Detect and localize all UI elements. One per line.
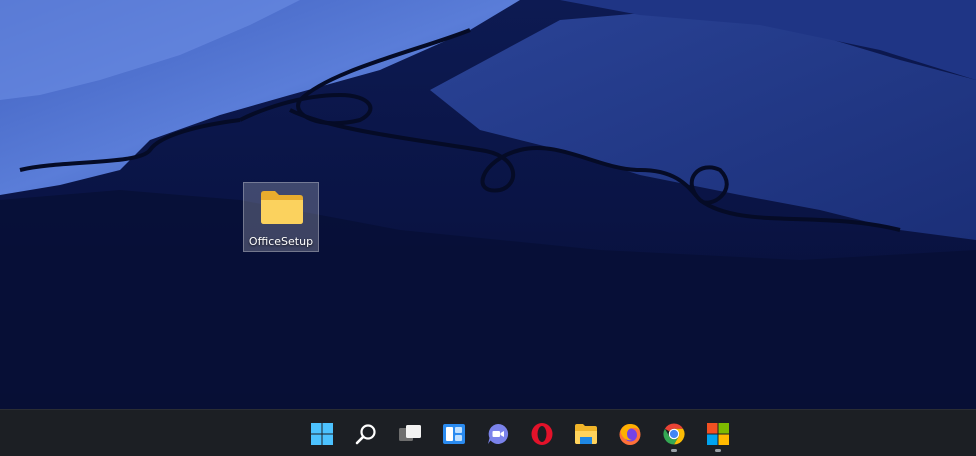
chrome-icon bbox=[663, 423, 685, 445]
microsoft-store-icon bbox=[707, 423, 729, 445]
folder-icon bbox=[261, 191, 303, 224]
opera-icon bbox=[531, 423, 553, 445]
desktop-icon-officesetup[interactable]: OfficeSetup bbox=[243, 182, 319, 252]
file-explorer-icon bbox=[575, 424, 597, 444]
windows-start-icon bbox=[311, 423, 333, 445]
task-view-button[interactable] bbox=[390, 416, 430, 452]
running-indicator bbox=[715, 449, 721, 452]
taskbar bbox=[0, 409, 976, 456]
firefox-button[interactable] bbox=[610, 416, 650, 452]
running-indicator bbox=[671, 449, 677, 452]
widgets-button[interactable] bbox=[434, 416, 474, 452]
opera-button[interactable] bbox=[522, 416, 562, 452]
desktop-screen: OfficeSetup bbox=[0, 0, 976, 456]
search-icon bbox=[355, 424, 376, 445]
file-explorer-button[interactable] bbox=[566, 416, 606, 452]
widgets-icon bbox=[443, 424, 465, 444]
teams-chat-icon bbox=[488, 423, 509, 444]
firefox-icon bbox=[619, 424, 641, 445]
microsoft-store-button[interactable] bbox=[698, 416, 738, 452]
teams-chat-button[interactable] bbox=[478, 416, 518, 452]
task-view-icon bbox=[399, 425, 421, 441]
start-button[interactable] bbox=[302, 416, 342, 452]
search-button[interactable] bbox=[346, 416, 386, 452]
wallpaper bbox=[0, 0, 976, 409]
chrome-button[interactable] bbox=[654, 416, 694, 452]
desktop-icon-label: OfficeSetup bbox=[248, 235, 314, 248]
